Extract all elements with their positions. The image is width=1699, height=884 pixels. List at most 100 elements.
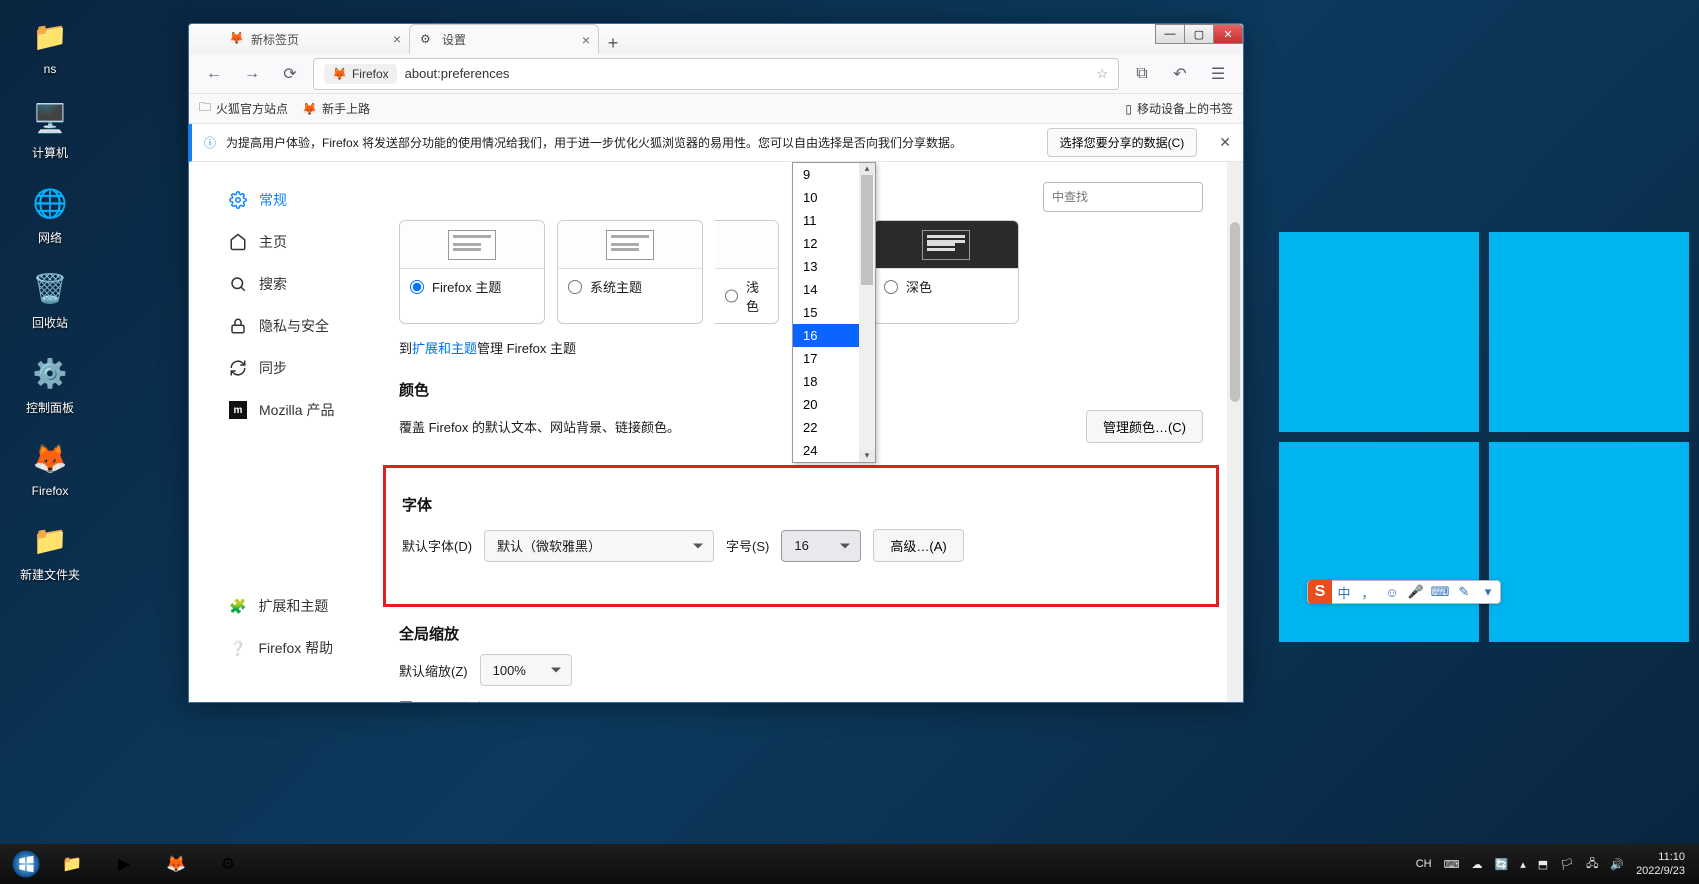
start-button[interactable] — [6, 847, 46, 881]
bookmark-getting-started[interactable]: 🦊 新手上路 — [302, 100, 370, 117]
theme-radio[interactable] — [884, 280, 898, 294]
ime-emoji-icon[interactable]: ☺ — [1380, 585, 1404, 600]
back-button[interactable]: ← — [199, 59, 229, 89]
theme-firefox[interactable]: Firefox 主题 — [399, 220, 545, 324]
tray-keyboard-icon[interactable]: ⌨ — [1444, 858, 1460, 871]
default-font-select[interactable]: 默认（微软雅黑） — [484, 530, 714, 562]
theme-label-text: 浅色 — [746, 277, 768, 315]
tray-sync-icon[interactable]: 🔄 — [1494, 858, 1508, 871]
infobar-choose-button[interactable]: 选择您要分享的数据(C) — [1047, 128, 1198, 157]
advanced-fonts-button[interactable]: 高级…(A) — [873, 529, 963, 562]
undo-icon[interactable]: ↶ — [1165, 59, 1195, 89]
scroll-down-arrow[interactable]: ▾ — [859, 450, 875, 462]
sidebar-item-home[interactable]: 主页 — [219, 224, 399, 260]
close-tab-icon[interactable]: × — [393, 31, 401, 47]
desktop-icon[interactable]: 🦊Firefox — [10, 430, 90, 504]
tray-network-icon[interactable]: 🖧 — [1586, 855, 1598, 874]
help-icon: ❔ — [229, 640, 246, 657]
bookmark-folder[interactable]: 🗀 火狐官方站点 — [199, 98, 288, 119]
preferences-sidebar: 常规 主页 搜索 隐私与安全 同步 m Mozilla 产品 — [189, 162, 399, 702]
sidebar-extensions[interactable]: 🧩 扩展和主题 — [219, 588, 399, 624]
theme-system[interactable]: 系统主题 — [557, 220, 703, 324]
sidebar-label: Mozilla 产品 — [259, 400, 334, 420]
default-zoom-select[interactable]: 100% — [480, 654, 572, 686]
font-size-dropdown[interactable]: ▴ ▾ 9101112131415161718202224 — [792, 162, 876, 463]
desktop-icon-image: 🌐 — [28, 181, 72, 225]
desktop-icon[interactable]: ⚙️控制面板 — [10, 345, 90, 422]
puzzle-icon: 🧩 — [229, 598, 246, 615]
taskbar-explorer[interactable]: 📁 — [48, 848, 96, 880]
app-menu-button[interactable]: ☰ — [1203, 59, 1233, 89]
theme-dark[interactable]: 深色 — [873, 220, 1019, 324]
sidebar-item-general[interactable]: 常规 — [219, 182, 399, 218]
mozilla-icon: m — [229, 401, 247, 419]
desktop-icon-label: 网络 — [38, 229, 62, 246]
tray-onedrive-icon[interactable]: ☁ — [1471, 858, 1482, 871]
site-identity-chip[interactable]: 🦊 Firefox — [324, 64, 397, 84]
theme-radio[interactable] — [410, 280, 424, 294]
close-tab-icon[interactable]: × — [582, 32, 590, 48]
close-window-button[interactable]: ✕ — [1213, 24, 1243, 44]
tray-volume-icon[interactable]: 🔊 — [1610, 858, 1624, 871]
home-icon — [229, 233, 247, 251]
maximize-button[interactable]: ▢ — [1184, 24, 1214, 44]
ime-keyboard-icon[interactable]: ⌨ — [1428, 584, 1452, 600]
ime-toolbar[interactable]: S 中 ， ☺ 🎤 ⌨ ✎ ▾ — [1307, 580, 1501, 604]
tab-new[interactable]: 🦊 新标签页 × — [219, 24, 409, 54]
taskbar-clock[interactable]: 11:10 2022/9/23 — [1636, 850, 1685, 878]
screenshot-icon[interactable]: ⧉ — [1127, 59, 1157, 89]
zoom-text-only-row[interactable]: 仅缩放文本(T) — [399, 698, 1203, 702]
desktop-icon[interactable]: 🗑️回收站 — [10, 260, 90, 337]
sidebar-label: 搜索 — [259, 274, 287, 294]
mobile-bookmarks[interactable]: ▯ 移动设备上的书签 — [1125, 100, 1233, 117]
sidebar-item-sync[interactable]: 同步 — [219, 350, 399, 386]
dropdown-scrollbar[interactable]: ▴ ▾ — [859, 163, 875, 462]
desktop-icon[interactable]: 📁ns — [10, 8, 90, 82]
theme-light[interactable]: 浅色 — [715, 220, 779, 324]
taskbar-media[interactable]: ▶ — [100, 848, 148, 880]
sidebar-help[interactable]: ❔ Firefox 帮助 — [219, 630, 399, 666]
sidebar-item-search[interactable]: 搜索 — [219, 266, 399, 302]
ime-menu-icon[interactable]: ▾ — [1476, 584, 1500, 600]
firefox-icon: 🦊 — [332, 67, 347, 81]
font-size-select[interactable]: 16 — [781, 530, 861, 562]
sidebar-item-privacy[interactable]: 隐私与安全 — [219, 308, 399, 344]
sogou-logo-icon[interactable]: S — [1308, 580, 1332, 604]
scroll-up-arrow[interactable]: ▴ — [859, 163, 875, 175]
bookmark-star-icon[interactable]: ☆ — [1096, 66, 1108, 82]
extensions-link[interactable]: 扩展和主题 — [412, 341, 477, 356]
desktop-icon[interactable]: 📁新建文件夹 — [10, 512, 90, 589]
ime-punct[interactable]: ， — [1356, 583, 1380, 602]
infobar-close-icon[interactable]: ✕ — [1219, 134, 1231, 151]
tray-lang[interactable]: CH — [1416, 858, 1432, 870]
taskbar-control-panel[interactable]: ⚙ — [204, 848, 252, 880]
minimize-button[interactable]: — — [1155, 24, 1185, 44]
sidebar-label: 主页 — [259, 232, 287, 252]
theme-radio[interactable] — [568, 280, 582, 294]
desktop-icon[interactable]: 🖥️计算机 — [10, 90, 90, 167]
taskbar-firefox[interactable]: 🦊 — [152, 848, 200, 880]
url-bar[interactable]: 🦊 Firefox about:preferences ☆ — [313, 58, 1119, 90]
ime-skin-icon[interactable]: ✎ — [1452, 584, 1476, 600]
tray-action-icon[interactable]: ⬒ — [1538, 858, 1548, 871]
theme-radio[interactable] — [725, 289, 738, 303]
ime-lang[interactable]: 中 — [1332, 583, 1356, 602]
bookmark-label: 移动设备上的书签 — [1137, 100, 1233, 117]
fonts-heading: 字体 — [402, 494, 1200, 515]
ime-voice-icon[interactable]: 🎤 — [1404, 584, 1428, 600]
desktop-icon[interactable]: 🌐 网络 — [10, 175, 90, 252]
new-tab-button[interactable]: + — [599, 33, 627, 54]
desktop-icon-image: 🗑️ — [28, 266, 72, 310]
tab-settings[interactable]: ⚙ 设置 × — [409, 24, 599, 54]
desktop-icon-label: 计算机 — [32, 144, 68, 161]
zoom-text-only-checkbox[interactable] — [399, 701, 413, 703]
gear-icon: ⚙ — [420, 32, 436, 48]
tray-chevron-up-icon[interactable]: ▴ — [1520, 858, 1526, 871]
tab-label: 设置 — [442, 31, 466, 48]
manage-colors-button[interactable]: 管理颜色…(C) — [1086, 410, 1203, 443]
forward-button[interactable]: → — [237, 59, 267, 89]
prefs-search-input[interactable] — [1043, 182, 1203, 212]
sidebar-item-mozilla[interactable]: m Mozilla 产品 — [219, 392, 399, 428]
tray-flag-icon[interactable]: 🏳 — [1560, 858, 1574, 871]
reload-button[interactable]: ⟳ — [275, 59, 305, 89]
